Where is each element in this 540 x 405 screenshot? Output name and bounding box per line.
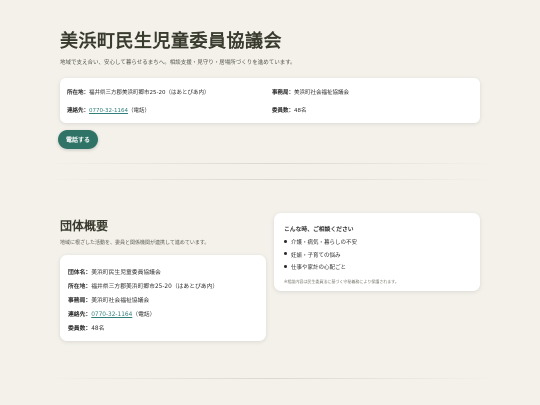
detail-contact: 連絡先：0770-32-1164（電話） <box>68 309 155 318</box>
consult-card: こんな時、ご相談ください 介護・病気・暮らしの不安 妊娠・子育ての悩み 仕事や家… <box>274 213 480 291</box>
info-address-value: 福井県三方郡美浜町郷市25-20（はあとぴあ内） <box>89 90 210 96</box>
info-office-label: 事務局： <box>272 90 295 96</box>
bullet-icon <box>284 239 287 243</box>
consult-title: こんな時、ご相談ください <box>284 227 354 233</box>
consult-item: 介護・病気・暮らしの不安 <box>284 238 357 251</box>
detail-contact-label: 連絡先： <box>68 312 92 318</box>
consult-list: 介護・病気・暮らしの不安 妊娠・子育ての悩み 仕事や家計の心配ごと <box>284 238 357 276</box>
info-members-value: 48名 <box>294 108 307 114</box>
consult-item: 仕事や家計の心配ごと <box>284 263 357 276</box>
overview-title: 団体概要 <box>60 219 109 233</box>
detail-office-value: 美浜町社会福祉協議会 <box>91 298 150 304</box>
detail-members: 委員数：48名 <box>68 323 104 332</box>
detail-address-label: 所在地： <box>68 284 92 290</box>
footer-divider <box>40 378 500 379</box>
detail-members-label: 委員数： <box>68 326 92 332</box>
consult-item: 妊娠・子育ての悩み <box>284 251 357 264</box>
consult-item-text: 介護・病気・暮らしの不安 <box>291 240 358 246</box>
hero-lead: 地域で支え合い、安心して暮らせるまちへ。相談支援・見守り・居場所づくりを進めてい… <box>60 60 296 66</box>
detail-name: 団体名：美浜町民生児童委員協議会 <box>68 267 161 276</box>
section-divider <box>40 163 500 164</box>
info-tel-link[interactable]: 0770-32-1164 <box>89 108 128 114</box>
detail-name-value: 美浜町民生児童委員協議会 <box>91 270 161 276</box>
bullet-icon <box>284 264 287 268</box>
detail-contact-suffix: （電話） <box>132 312 156 318</box>
call-button[interactable]: 電話する <box>58 130 98 149</box>
info-office: 事務局：美浜町社会福祉協議会 <box>272 88 349 96</box>
detail-address-value: 福井県三方郡美浜町郷市25-20（はあとぴあ内） <box>91 284 219 290</box>
section-divider <box>40 179 500 180</box>
page-title: 美浜町民生児童委員協議会 <box>60 31 282 52</box>
detail-office-label: 事務局： <box>68 298 92 304</box>
info-members: 委員数：48名 <box>272 106 307 114</box>
hero-section: 美浜町民生児童委員協議会 地域で支え合い、安心して暮らせるまちへ。相談支援・見守… <box>0 0 540 160</box>
info-contact-label: 連絡先： <box>67 108 90 114</box>
detail-members-value: 48名 <box>91 326 105 332</box>
info-address-label: 所在地： <box>67 90 90 96</box>
bullet-icon <box>284 252 287 255</box>
consult-item-text: 妊娠・子育ての悩み <box>291 252 341 259</box>
detail-tel-link[interactable]: 0770-32-1164 <box>91 312 132 318</box>
info-members-label: 委員数： <box>272 108 295 114</box>
info-office-value: 美浜町社会福祉協議会 <box>294 90 350 96</box>
detail-address: 所在地：福井県三方郡美浜町郷市25-20（はあとぴあ内） <box>68 281 218 290</box>
info-card: 所在地：福井県三方郡美浜町郷市25-20（はあとぴあ内） 事務局：美浜町社会福祉… <box>60 78 480 123</box>
info-contact-suffix: （電話） <box>127 108 150 114</box>
detail-name-label: 団体名： <box>68 270 92 276</box>
consult-item-text: 仕事や家計の心配ごと <box>291 265 347 271</box>
detail-office: 事務局：美浜町社会福祉協議会 <box>68 295 149 304</box>
page: 美浜町民生児童委員協議会 地域で支え合い、安心して暮らせるまちへ。相談支援・見守… <box>0 0 540 405</box>
overview-lead: 地域に根ざした活動を、委員と関係機関が連携して進めています。 <box>60 240 210 246</box>
info-address: 所在地：福井県三方郡美浜町郷市25-20（はあとぴあ内） <box>67 88 210 96</box>
info-contact: 連絡先：0770-32-1164（電話） <box>67 106 150 114</box>
detail-card: 団体名：美浜町民生児童委員協議会 所在地：福井県三方郡美浜町郷市25-20（はあ… <box>60 255 266 341</box>
consult-note: ※相談内容は民生委員法に基づく守秘義務により保護されます。 <box>284 279 399 284</box>
